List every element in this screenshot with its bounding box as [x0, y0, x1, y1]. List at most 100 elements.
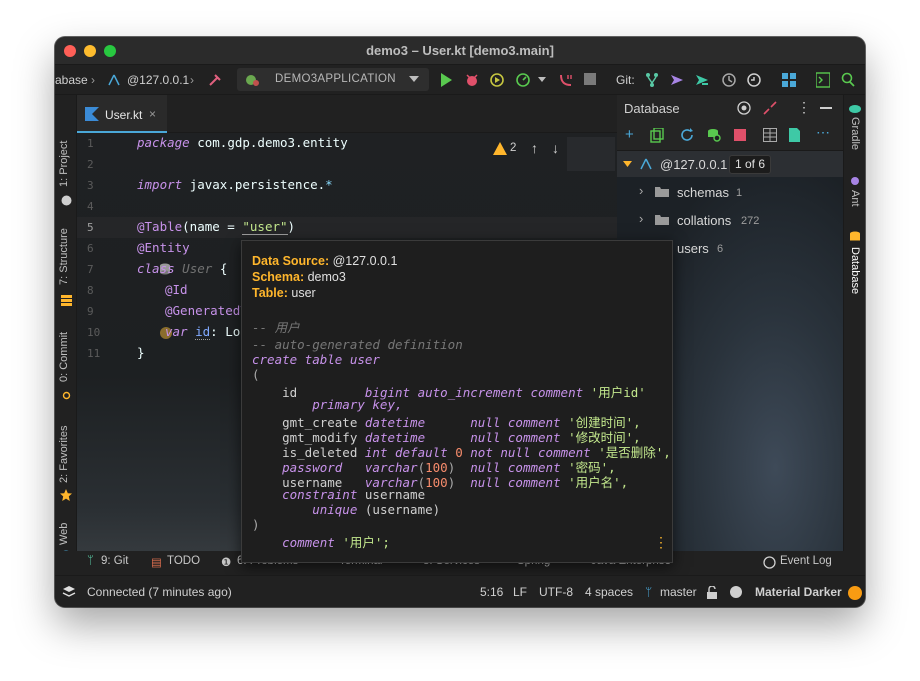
indent-setting[interactable]: 4 spaces [585, 585, 633, 599]
rollback-icon[interactable] [746, 72, 762, 88]
star-icon [60, 489, 72, 501]
build-hammer-icon[interactable] [207, 72, 223, 88]
caret-position[interactable]: 5:16 [480, 585, 503, 599]
git-label: Git: [616, 73, 635, 87]
breadcrumb-database[interactable]: abase [55, 73, 88, 87]
ant-icon [851, 177, 859, 185]
ddl-create: create table user [252, 352, 380, 367]
refresh-icon[interactable] [680, 128, 694, 142]
tree-item-host[interactable]: @127.0.0.1 1 of 6 [617, 151, 843, 177]
navigation-bar: abase › @127.0.0.1 › DEMO3APPLICATION Gi… [55, 65, 865, 95]
tree-item-schemas[interactable]: › schemas 1 [617, 179, 843, 205]
code-line: 4 [87, 200, 94, 213]
collapse-icon[interactable] [763, 101, 777, 115]
file-encoding[interactable]: UTF-8 [539, 585, 573, 599]
run-configuration-select[interactable]: DEMO3APPLICATION [237, 68, 429, 91]
tool-structure[interactable]: 7: Structure [58, 228, 70, 285]
git-commit-icon[interactable] [694, 72, 710, 88]
right-tool-strip: Gradle Ant Database [843, 95, 865, 573]
title-bar: demo3 – User.kt [demo3.main] [55, 37, 865, 65]
theme-icon[interactable] [729, 585, 745, 599]
copy-icon[interactable] [650, 128, 664, 144]
attach-debugger-icon[interactable] [558, 72, 574, 88]
tool-project[interactable]: 1: Project [58, 141, 70, 187]
search-everywhere-icon[interactable] [841, 72, 855, 88]
target-icon[interactable] [737, 101, 751, 115]
project-icon [61, 195, 72, 206]
more-actions-icon[interactable]: ⋯ [816, 124, 830, 141]
tool-ant[interactable]: Ant [849, 190, 861, 207]
status-bar: Connected (7 minutes ago) 5:16 LF UTF-8 … [55, 575, 865, 607]
tool-git[interactable]: 9: Git [101, 555, 128, 567]
debug-icon[interactable] [464, 72, 480, 88]
folder-icon [655, 215, 669, 225]
breadcrumb-host[interactable]: @127.0.0.1 [127, 73, 189, 87]
theme-indicator [848, 586, 862, 600]
window-title: demo3 – User.kt [demo3.main] [366, 43, 554, 58]
popup-more-icon[interactable]: ⋮ [654, 534, 668, 551]
git-push-icon[interactable] [669, 72, 685, 88]
tree-item-collations[interactable]: › collations 272 [617, 207, 843, 233]
collapsed-chevron-icon[interactable]: › [639, 183, 643, 198]
gradle-icon [849, 105, 861, 113]
tab-label: User.kt [105, 108, 143, 122]
hide-panel-icon[interactable] [820, 107, 832, 109]
git-branch-icon[interactable] [645, 72, 659, 88]
tool-favorites[interactable]: 2: Favorites [58, 426, 70, 483]
disconnect-icon[interactable] [734, 129, 746, 141]
ide-window: demo3 – User.kt [demo3.main] abase › @12… [55, 37, 865, 607]
breadcrumb-separator-icon: › [91, 73, 95, 87]
datasource-icon [108, 74, 120, 86]
theme-name[interactable]: Material Darker [755, 585, 842, 599]
ddl-file-icon[interactable] [788, 127, 801, 143]
chevron-down-icon [409, 76, 419, 82]
breadcrumb-separator-icon: › [190, 73, 194, 87]
lock-icon[interactable] [706, 586, 718, 599]
popup-datasource: Data Source: @127.0.0.1 [252, 254, 398, 268]
tool-event-log[interactable]: Event Log [780, 555, 832, 567]
database-toolbar: + ⋯ [617, 121, 843, 151]
project-structure-icon[interactable] [782, 73, 796, 87]
tool-database[interactable]: Database [849, 247, 861, 294]
popup-schema: Schema: demo3 [252, 270, 346, 284]
profile-icon[interactable] [515, 72, 531, 88]
close-tab-icon[interactable]: × [149, 107, 156, 121]
database-panel-title: Database [624, 101, 680, 116]
add-icon[interactable]: + [625, 126, 634, 143]
code-line-current: 5 @Table(name = "user") [77, 217, 617, 238]
commit-icon [62, 391, 71, 400]
table-icon[interactable] [763, 128, 777, 142]
schema-search-icon[interactable] [707, 128, 721, 142]
tool-commit[interactable]: 0: Commit [58, 332, 70, 382]
collapsed-chevron-icon[interactable]: › [639, 211, 643, 226]
database-icon [850, 231, 860, 241]
expanded-chevron-icon[interactable] [623, 161, 632, 167]
todo-icon: ▤ [151, 557, 162, 569]
table-definition-popup: Data Source: @127.0.0.1 Schema: demo3 Ta… [241, 240, 673, 563]
ddl-comment: -- 用户 [252, 320, 300, 335]
history-icon[interactable] [721, 72, 737, 88]
connection-status[interactable]: Connected (7 minutes ago) [87, 585, 232, 599]
tool-gradle[interactable]: Gradle [849, 117, 861, 150]
datasource-icon [640, 158, 652, 170]
stop-icon[interactable] [584, 73, 596, 85]
tool-web[interactable]: Web [58, 523, 70, 545]
event-log-icon [763, 556, 776, 569]
database-panel-header: Database ⋮ [617, 95, 843, 121]
terminal-icon[interactable] [816, 72, 830, 88]
run-with-coverage-icon[interactable] [489, 72, 505, 88]
ddl-table-comment: comment '用户'; [252, 535, 390, 550]
line-separator[interactable]: LF [513, 585, 527, 599]
run-icon[interactable] [439, 72, 453, 88]
git-branch[interactable]: master [660, 585, 697, 599]
git-branch-icon: ᛘ [645, 585, 653, 599]
run-configuration-label: DEMO3APPLICATION [275, 73, 396, 85]
more-options-icon[interactable]: ⋮ [797, 99, 811, 116]
layers-icon[interactable] [62, 585, 76, 599]
tool-todo[interactable]: TODO [167, 555, 200, 567]
chevron-down-icon[interactable] [538, 77, 546, 83]
structure-icon [61, 295, 72, 306]
folder-icon [655, 187, 669, 197]
editor-tab-user-kt[interactable]: User.kt × [77, 95, 167, 133]
tree-item-label: @127.0.0.1 [660, 157, 728, 172]
